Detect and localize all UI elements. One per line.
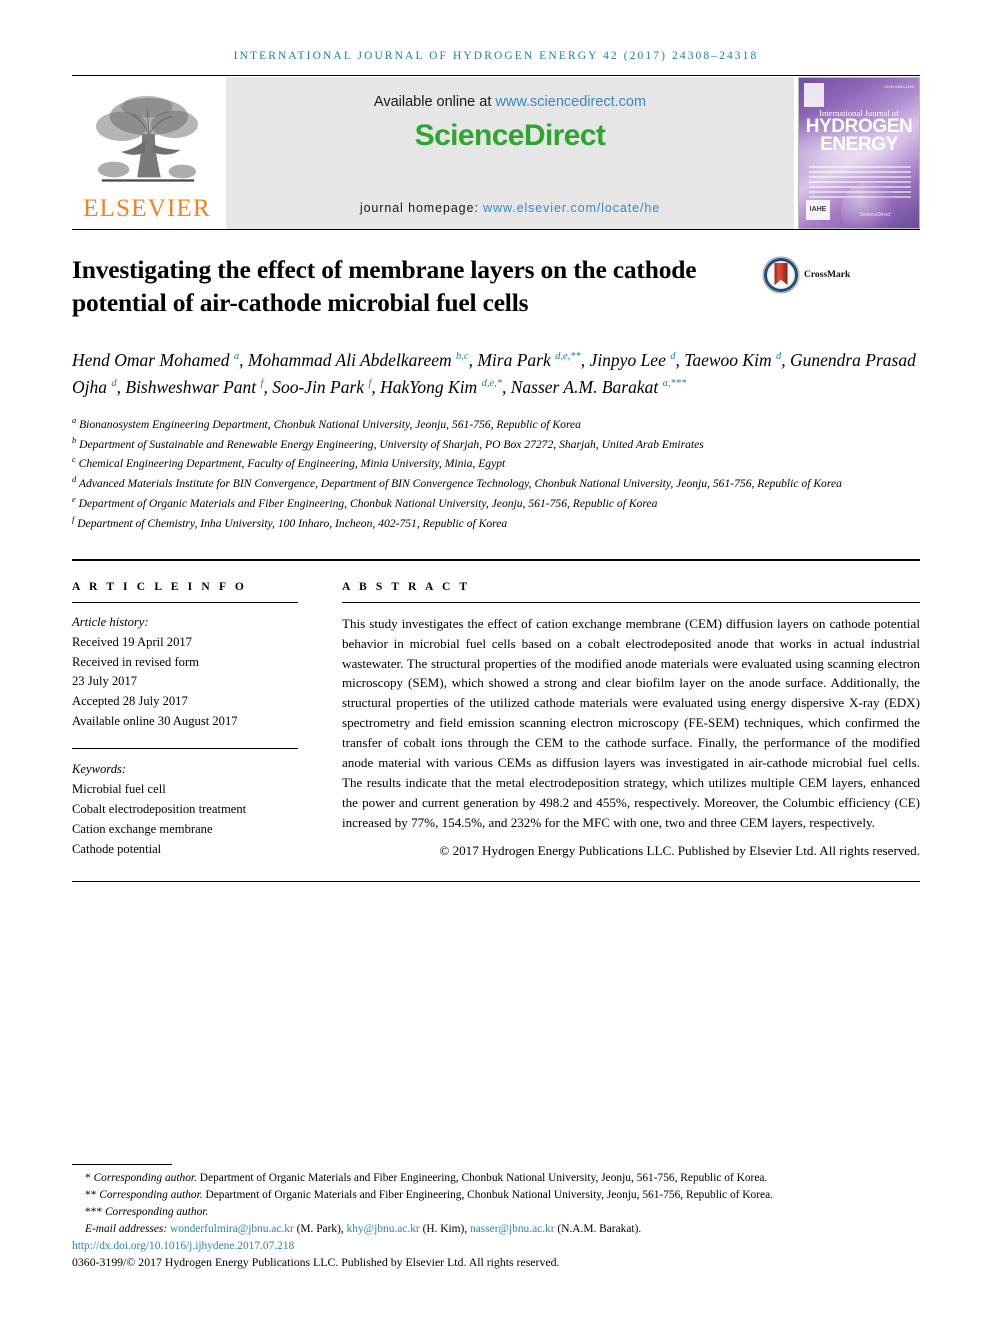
- abstract-rule: [342, 601, 920, 603]
- abstract-copyright: © 2017 Hydrogen Energy Publications LLC.…: [439, 842, 920, 858]
- article-info-heading: A R T I C L E I N F O: [72, 580, 247, 593]
- crossmark-label: CrossMark: [804, 270, 851, 280]
- email-addresses-label: E-mail addresses:: [85, 1223, 168, 1236]
- abstract-body: This study investigates the effect of ca…: [342, 615, 920, 830]
- journal-homepage-link[interactable]: www.elsevier.com/locate/he: [483, 201, 660, 215]
- keywords-items: Microbial fuel cell Cobalt electrodeposit…: [72, 780, 298, 860]
- available-online-prefix: Available online at: [373, 94, 496, 110]
- masthead-bottom-rule: [72, 229, 920, 230]
- sciencedirect-logo: ScienceDirect: [414, 119, 606, 152]
- crossmark-icon: [762, 256, 800, 294]
- email-link[interactable]: wonderfulmira@jbnu.ac.kr: [170, 1223, 294, 1235]
- footnote-text-2: Department of Organic Materials and Fibe…: [202, 1189, 773, 1202]
- abstract-bottom-rule: [72, 880, 920, 882]
- homepage-prefix: journal homepage:: [359, 201, 484, 215]
- footnote-separator-rule: [72, 1163, 172, 1165]
- email-addresses-line: E-mail addresses: wonderfulmira@jbnu.ac.…: [72, 1221, 920, 1238]
- article-history-block: Article history: Received 19 April 2017 R…: [72, 613, 298, 732]
- keywords-block: Keywords: Microbial fuel cell Cobalt elec…: [72, 760, 298, 859]
- affiliation-text: Department of Chemistry, Inha University…: [74, 516, 508, 530]
- keyword-item: Cation exchange membrane: [72, 821, 213, 836]
- abstract-heading: A B S T R A C T: [342, 580, 471, 593]
- footnote-mark-1: *: [85, 1171, 91, 1184]
- footnote-label-1: Corresponding author.: [93, 1171, 197, 1184]
- affiliation-item: a Bionanosystem Engineering Department, …: [72, 414, 920, 434]
- affiliation-item: c Chemical Engineering Department, Facul…: [72, 453, 920, 473]
- keyword-item: Cobalt electrodeposition treatment: [72, 801, 247, 816]
- email-addresses-items: wonderfulmira@jbnu.ac.kr (M. Park), khy@…: [170, 1223, 641, 1235]
- affiliation-item: d Advanced Materials Institute for BIN C…: [72, 473, 920, 493]
- keywords-label: Keywords:: [72, 762, 127, 777]
- affiliation-text: Chemical Engineering Department, Faculty…: [75, 457, 506, 471]
- elsevier-tree-icon: [95, 95, 199, 182]
- journal-cover-thumbnail: ISSN 0360-3199 International Journal of …: [798, 77, 920, 229]
- elsevier-logo: ELSEVIER: [72, 77, 222, 229]
- email-link[interactable]: khy@jbnu.ac.kr: [347, 1223, 420, 1235]
- cover-footer-text: ScienceDirect: [859, 212, 891, 218]
- sciencedirect-banner: Available online at www.sciencedirect.co…: [226, 77, 794, 229]
- keywords-rule: [72, 748, 298, 750]
- article-history-item: Available online 30 August 2017: [72, 714, 238, 729]
- cover-orb-graphic: [841, 182, 897, 228]
- article-history-item: Received 19 April 2017: [72, 634, 192, 649]
- affiliation-list: a Bionanosystem Engineering Department, …: [72, 414, 920, 533]
- doi-line[interactable]: http://dx.doi.org/10.1016/j.ijhydene.201…: [72, 1240, 920, 1252]
- affiliation-text: Advanced Materials Institute for BIN Con…: [76, 477, 842, 491]
- footnote-mark-2: **: [85, 1189, 97, 1202]
- footnote-label-3: Corresponding author.: [104, 1206, 209, 1219]
- article-first-page: International Journal of Hydrogen Energy…: [0, 0, 992, 1323]
- crossmark-badge[interactable]: CrossMark: [762, 256, 882, 294]
- top-rule: [72, 75, 920, 76]
- abstract-column: A B S T R A C T This study investigates …: [320, 581, 920, 860]
- article-history-item: Accepted 28 July 2017: [72, 694, 188, 709]
- affiliation-item: b Department of Sustainable and Renewabl…: [72, 434, 920, 454]
- info-abstract-section: A R T I C L E I N F O Article history: R…: [72, 581, 920, 860]
- keyword-item: Microbial fuel cell: [72, 781, 166, 796]
- affiliation-text: Department of Sustainable and Renewable …: [76, 437, 704, 451]
- article-history-item: Received in revised form: [72, 654, 199, 669]
- footnote-mark-3: ***: [85, 1206, 103, 1219]
- journal-homepage-text: journal homepage: www.elsevier.com/locat…: [360, 201, 660, 215]
- title-row: Investigating the effect of membrane lay…: [72, 254, 920, 319]
- elsevier-wordmark: ELSEVIER: [83, 195, 211, 222]
- footnote-corresponding-2: ** Corresponding author. Department of O…: [72, 1187, 920, 1203]
- cover-title-main: HYDROGEN ENERGY: [799, 117, 919, 156]
- article-info-column: A R T I C L E I N F O Article history: R…: [72, 581, 320, 860]
- email-person: (M. Park),: [293, 1223, 347, 1236]
- article-history-item: 23 July 2017: [72, 674, 138, 689]
- running-head: International Journal of Hydrogen Energy…: [233, 50, 759, 62]
- author-list: Hend Omar Mohamed a, Mohammad Ali Abdelk…: [72, 350, 916, 397]
- article-info-rule: [72, 601, 298, 603]
- article-history-label: Article history:: [72, 614, 149, 629]
- footnote-label-2: Corresponding author.: [99, 1189, 203, 1202]
- cover-elsevier-badge-icon: [804, 83, 824, 107]
- email-link[interactable]: nasser@jbnu.ac.kr: [470, 1223, 555, 1235]
- cover-iahe-badge-icon: IAHE: [806, 200, 830, 220]
- affiliation-item: f Department of Chemistry, Inha Universi…: [72, 513, 920, 533]
- issn-copyright-line: 0360-3199/© 2017 Hydrogen Energy Publica…: [72, 1255, 560, 1269]
- doi-link[interactable]: http://dx.doi.org/10.1016/j.ijhydene.201…: [72, 1240, 294, 1252]
- article-history-items: Received 19 April 2017 Received in revise…: [72, 633, 298, 732]
- affiliation-text: Bionanosystem Engineering Department, Ch…: [76, 417, 581, 431]
- cover-issn: ISSN 0360-3199: [884, 84, 914, 89]
- keyword-item: Cathode potential: [72, 841, 162, 856]
- available-online-text: Available online at www.sciencedirect.co…: [374, 94, 646, 110]
- sciencedirect-link[interactable]: www.sciencedirect.com: [495, 94, 646, 110]
- page-title: Investigating the effect of membrane lay…: [72, 255, 697, 317]
- affiliation-item: e Department of Organic Materials and Fi…: [72, 493, 920, 513]
- email-person: (N.A.M. Barakat).: [554, 1223, 642, 1236]
- email-person: (H. Kim),: [419, 1223, 471, 1236]
- info-section-top-rule: [72, 558, 920, 561]
- footnote-text-1: Department of Organic Materials and Fibe…: [196, 1171, 768, 1184]
- footnote-corresponding-1: * Corresponding author. Department of Or…: [72, 1170, 920, 1186]
- footnotes-section: * Corresponding author. Department of Or…: [72, 1163, 920, 1270]
- cover-title-line3: ENERGY: [820, 134, 898, 156]
- affiliation-text: Department of Organic Materials and Fibe…: [75, 496, 658, 510]
- footnote-corresponding-3: *** Corresponding author.: [72, 1204, 920, 1220]
- masthead: ELSEVIER Available online at www.science…: [72, 77, 920, 229]
